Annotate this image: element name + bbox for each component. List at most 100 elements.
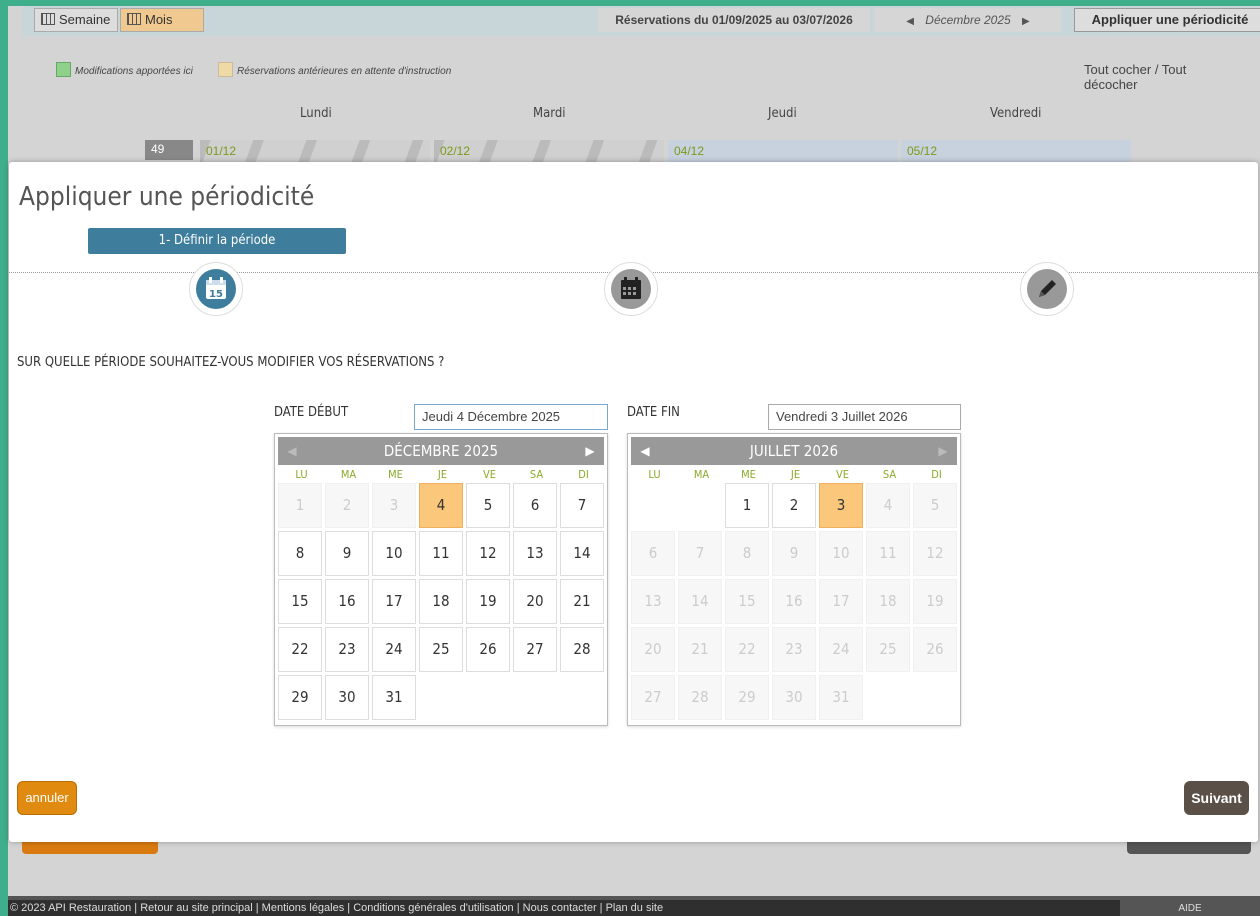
weekday-header: SA — [529, 468, 544, 481]
calendar-grid-icon — [621, 277, 641, 299]
calendar-day: 18 — [866, 579, 910, 624]
month-view-button[interactable]: Mois — [120, 8, 204, 32]
end-date-input[interactable]: Vendredi 3 Juillet 2026 — [768, 404, 961, 430]
next-button[interactable]: Suivant — [1184, 781, 1249, 815]
calendar-day-icon: 15 — [206, 277, 226, 300]
week-number: 49 — [145, 140, 193, 160]
calendar-day[interactable]: 9 — [325, 531, 369, 576]
calendar-day: 27 — [631, 675, 675, 720]
prev-month-arrow[interactable]: ◀ — [906, 16, 914, 27]
calendar-day: 22 — [725, 627, 769, 672]
calendar-day[interactable]: 17 — [372, 579, 416, 624]
weekday-header: SA — [882, 468, 897, 481]
header-lundi: Lundi — [300, 106, 332, 121]
calendar-day[interactable]: 7 — [560, 483, 604, 528]
calendar-month-title: DÉCEMBRE 2025 — [278, 437, 604, 465]
legend-changes-label: Modifications apportées ici — [75, 66, 193, 77]
calendar-day: 9 — [772, 531, 816, 576]
calendar-day[interactable]: 13 — [513, 531, 557, 576]
calendar-day[interactable]: 18 — [419, 579, 463, 624]
cancel-button[interactable]: annuler — [17, 781, 77, 815]
modal-title: Appliquer une périodicité — [19, 182, 315, 212]
calendar-day[interactable]: 30 — [325, 675, 369, 720]
calendar-day[interactable]: 11 — [419, 531, 463, 576]
calendar-icon — [127, 13, 141, 25]
calendar-day[interactable]: 12 — [466, 531, 510, 576]
calendar-day: 12 — [913, 531, 957, 576]
step-1-icon[interactable]: 15 — [189, 262, 243, 316]
day-cell[interactable]: 05/12 — [901, 140, 1131, 162]
calendar-day[interactable]: 2 — [772, 483, 816, 528]
calendar-day[interactable]: 19 — [466, 579, 510, 624]
calendar-day: 29 — [725, 675, 769, 720]
calendar-day[interactable]: 27 — [513, 627, 557, 672]
calendar-day[interactable]: 31 — [372, 675, 416, 720]
next-month-arrow[interactable]: ▶ — [1022, 16, 1030, 27]
calendar-day[interactable]: 21 — [560, 579, 604, 624]
legend-pending-label: Réservations antérieures en attente d'in… — [237, 66, 452, 77]
calendar-day: 5 — [913, 483, 957, 528]
calendar-day: 8 — [725, 531, 769, 576]
step-3-icon[interactable] — [1020, 262, 1074, 316]
calendar-day[interactable]: 5 — [466, 483, 510, 528]
calendar-day[interactable]: 26 — [466, 627, 510, 672]
calendar-day[interactable]: 29 — [278, 675, 322, 720]
step-2-icon[interactable] — [604, 262, 658, 316]
weekday-header: DI — [578, 468, 589, 481]
calendar-day[interactable]: 25 — [419, 627, 463, 672]
header-mardi: Mardi — [533, 106, 566, 121]
end-calendar: JUILLET 2026 ◀ ▶ LU MA ME JE VE SA DI 1 2 3 4 5 6 7 8 9… — [627, 433, 961, 726]
calendar-day: 11 — [866, 531, 910, 576]
footer-links[interactable]: © 2023 API Restauration | Retour au site… — [10, 902, 663, 914]
calendar-day[interactable]: 14 — [560, 531, 604, 576]
week-view-button[interactable]: Semaine — [34, 8, 118, 32]
weekday-header: DI — [931, 468, 942, 481]
calendar-day: 7 — [678, 531, 722, 576]
day-cell[interactable]: 04/12 — [668, 140, 898, 162]
calendar-day: 24 — [819, 627, 863, 672]
month-navigator: ◀ Décembre 2025 ▶ — [875, 8, 1061, 32]
calendar-day[interactable]: 3 — [819, 483, 863, 528]
calendar-day[interactable]: 24 — [372, 627, 416, 672]
calendar-day[interactable]: 23 — [325, 627, 369, 672]
calendar-day: 10 — [819, 531, 863, 576]
calendar-day[interactable]: 15 — [278, 579, 322, 624]
calendar-day[interactable]: 8 — [278, 531, 322, 576]
periodicity-modal: Appliquer une périodicité 1- Définir la … — [9, 162, 1258, 842]
green-swatch — [56, 62, 71, 77]
next-month-icon: ▶ — [938, 444, 948, 458]
start-date-label: DATE DÉBUT — [274, 405, 349, 420]
calendar-day[interactable]: 1 — [725, 483, 769, 528]
calendar-day[interactable]: 22 — [278, 627, 322, 672]
calendar-day: 19 — [913, 579, 957, 624]
calendar-day[interactable]: 16 — [325, 579, 369, 624]
calendar-day[interactable]: 20 — [513, 579, 557, 624]
legend-changes: Modifications apportées ici — [56, 62, 193, 79]
calendar-day: 1 — [278, 483, 322, 528]
calendar-day[interactable]: 10 — [372, 531, 416, 576]
help-button[interactable]: AIDE — [1120, 900, 1260, 916]
start-date-input[interactable]: Jeudi 4 Décembre 2025 — [414, 404, 608, 430]
calendar-day: 20 — [631, 627, 675, 672]
calendar-day: 13 — [631, 579, 675, 624]
pencil-icon — [1039, 280, 1056, 297]
footer: © 2023 API Restauration | Retour au site… — [8, 896, 1260, 916]
calendar-day: 26 — [913, 627, 957, 672]
calendar-day: 2 — [325, 483, 369, 528]
check-all-link[interactable]: Tout cocher / Tout décocher — [1084, 62, 1214, 92]
period-question: SUR QUELLE PÉRIODE SOUHAITEZ-VOUS MODIFI… — [17, 355, 445, 370]
calendar-day[interactable]: 6 — [513, 483, 557, 528]
prev-month-icon: ◀ — [287, 444, 297, 458]
calendar-day: 6 — [631, 531, 675, 576]
step-label: 1- Définir la période — [88, 228, 346, 254]
weekday-header: VE — [835, 468, 850, 481]
top-toolbar: Semaine Mois Réservations du 01/09/2025 … — [22, 6, 1260, 36]
svg-text:15: 15 — [209, 289, 223, 300]
next-month-icon[interactable]: ▶ — [576, 437, 604, 465]
calendar-day[interactable]: 28 — [560, 627, 604, 672]
calendar-day[interactable]: 4 — [419, 483, 463, 528]
apply-periodicity-button[interactable]: Appliquer une périodicité — [1074, 8, 1260, 32]
weekday-header: JE — [790, 468, 801, 481]
calendar-icon — [41, 13, 55, 25]
prev-month-icon[interactable]: ◀ — [631, 437, 659, 465]
